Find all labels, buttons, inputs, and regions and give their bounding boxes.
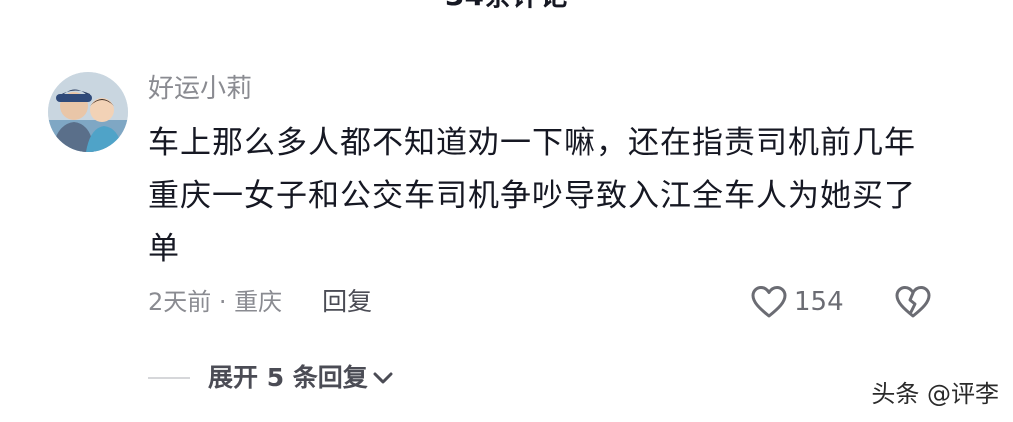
like-count: 154	[794, 287, 844, 317]
comment-body: 车上那么多人都不知道劝一下嘛，还在指责司机前几年重庆一女子和公交车司机争吵导致入…	[148, 125, 916, 267]
expand-replies-button[interactable]: 展开 5 条回复	[148, 358, 396, 398]
expand-replies-label: 展开 5 条回复	[208, 363, 368, 392]
expand-divider	[148, 377, 190, 379]
broken-heart-icon	[894, 285, 932, 319]
comment-username[interactable]: 好运小莉	[148, 72, 252, 106]
avatar[interactable]	[48, 72, 128, 152]
heart-outline-icon	[750, 285, 788, 319]
comment-meta-row: 2天前 · 重庆 回复	[148, 283, 372, 321]
reply-button[interactable]: 回复	[322, 283, 372, 321]
avatar-photo	[48, 72, 128, 152]
comment-count-header: 34条评论	[0, 0, 1013, 14]
like-button[interactable]: 154	[750, 283, 844, 321]
dislike-button[interactable]	[893, 283, 933, 321]
watermark: 头条 @评李	[871, 380, 999, 408]
chevron-down-icon	[370, 365, 396, 391]
comment-time-location: 2天前 · 重庆	[148, 288, 283, 316]
